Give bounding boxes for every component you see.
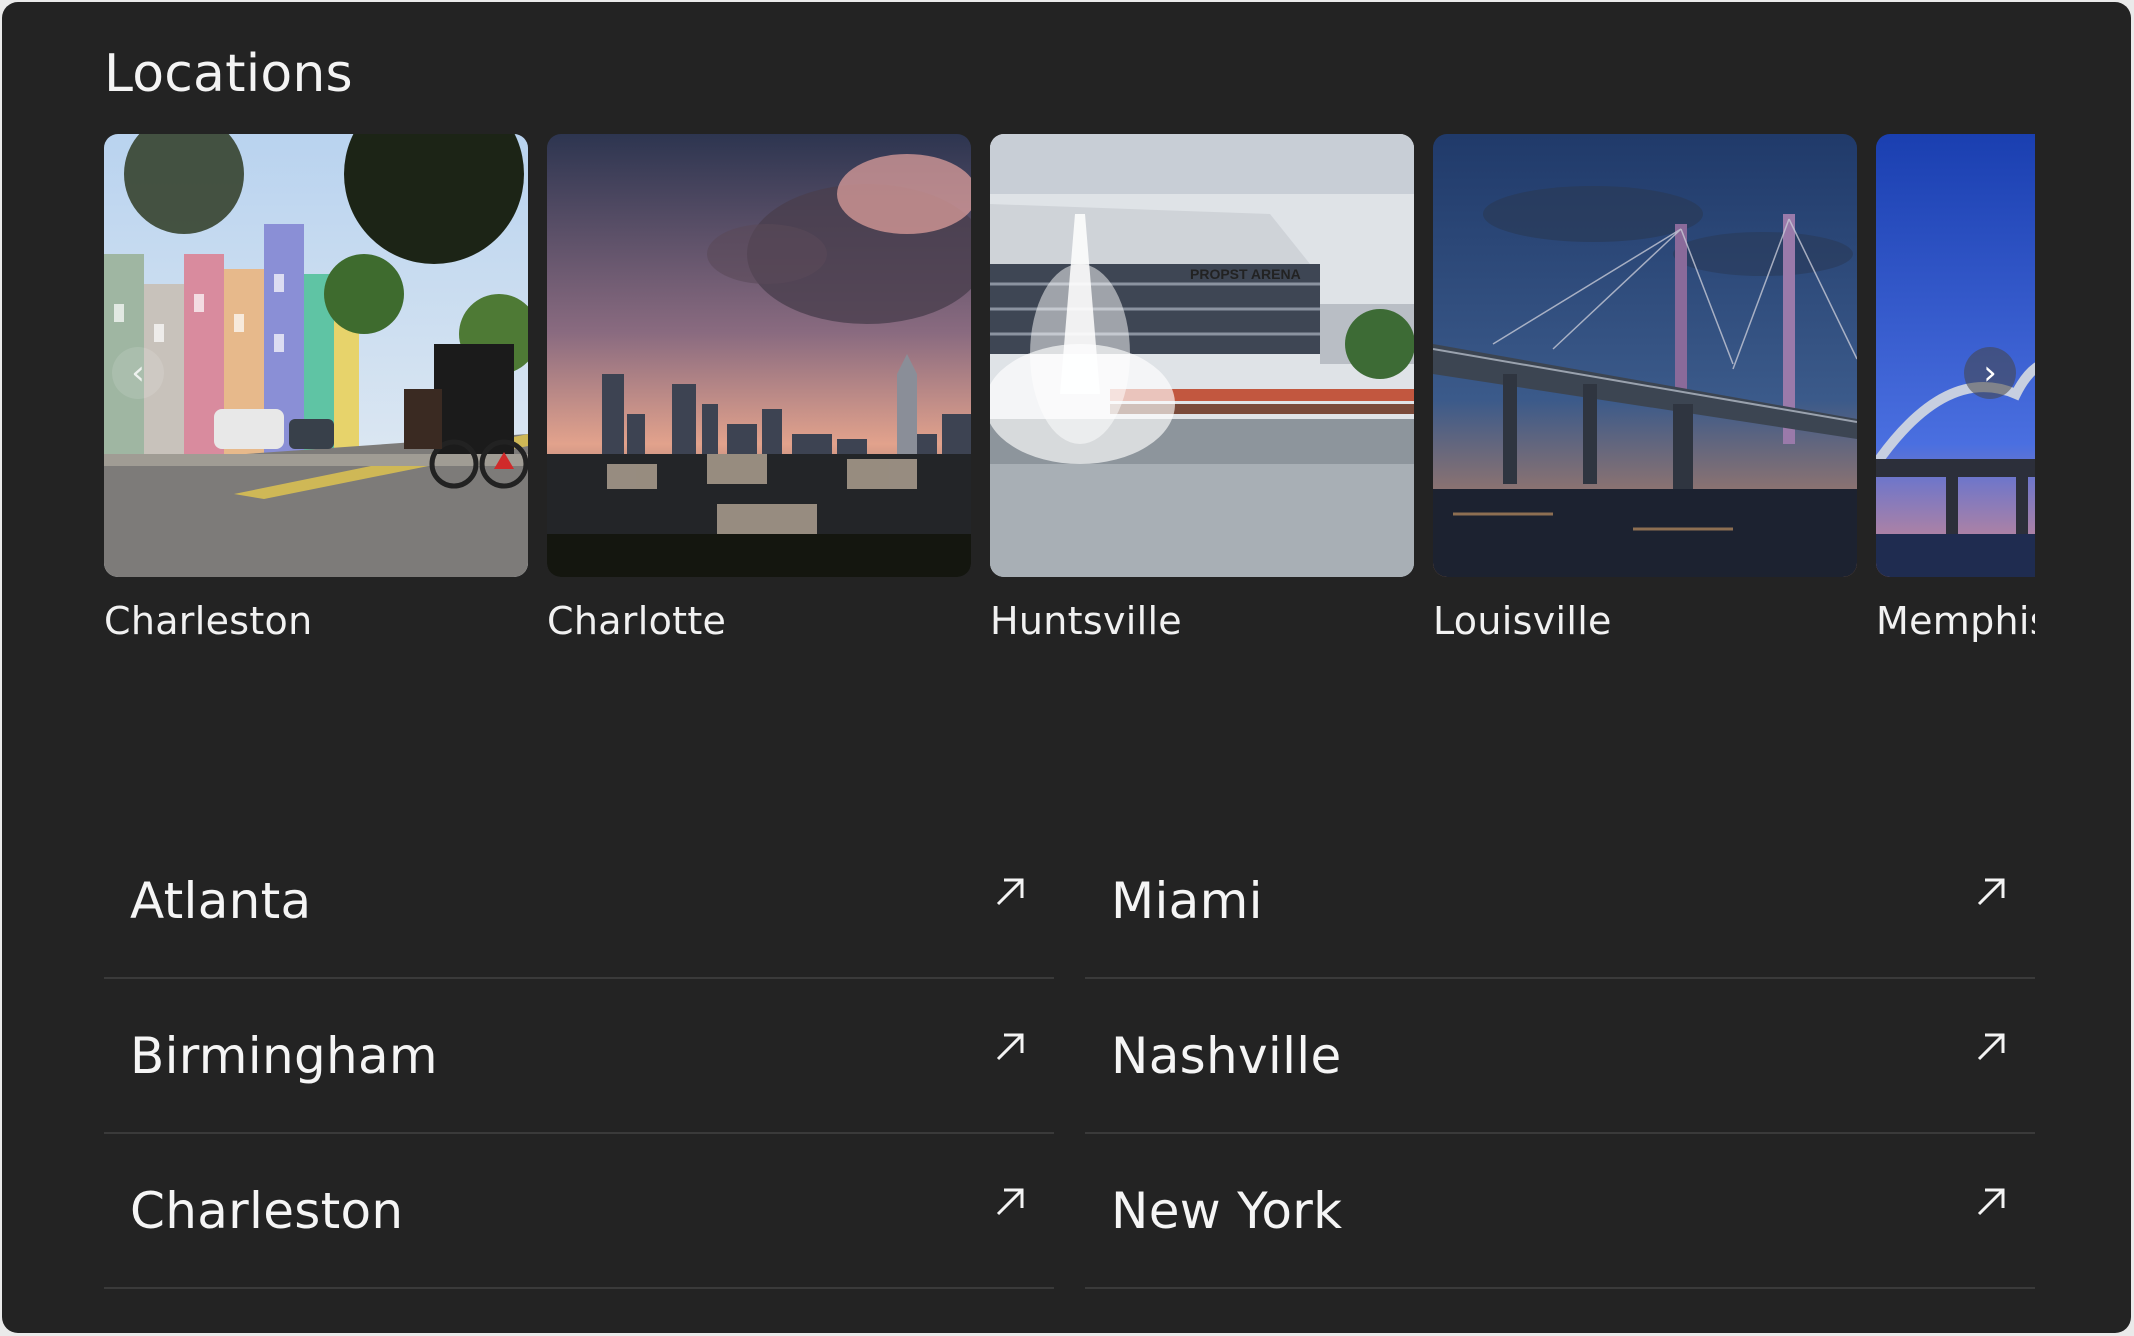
arena-sign: PROPST ARENA	[1190, 266, 1301, 282]
charlotte-photo	[547, 134, 971, 577]
location-link-new-york[interactable]: New York	[1085, 1134, 2035, 1289]
card-label: Louisville	[1433, 599, 1612, 643]
memphis-photo	[1876, 134, 2035, 577]
location-card-memphis[interactable]: Memphis	[1876, 134, 2035, 643]
location-link-charleston[interactable]: Charleston	[104, 1134, 1054, 1289]
carousel-next-button[interactable]: ›	[1964, 347, 2016, 399]
external-link-arrow-icon	[996, 1188, 1024, 1216]
louisville-photo	[1433, 134, 1857, 577]
external-link-arrow-icon	[996, 1033, 1024, 1061]
location-card-huntsville[interactable]: PROPST ARENA Huntsville	[990, 134, 1414, 643]
location-name: Birmingham	[130, 1027, 438, 1085]
external-link-arrow-icon	[996, 878, 1024, 906]
location-name: Nashville	[1111, 1027, 1342, 1085]
location-link-miami[interactable]: Miami	[1085, 824, 2035, 979]
external-link-arrow-icon	[1977, 878, 2005, 906]
location-link-atlanta[interactable]: Atlanta	[104, 824, 1054, 979]
locations-list: Atlanta Birmingham Charleston Miami Nash…	[104, 824, 2035, 1289]
location-link-birmingham[interactable]: Birmingham	[104, 979, 1054, 1134]
location-name: Charleston	[130, 1182, 404, 1240]
card-label: Huntsville	[990, 599, 1182, 643]
charleston-photo	[104, 134, 528, 577]
page-title: Locations	[104, 44, 353, 104]
location-card-louisville[interactable]: Louisville	[1433, 134, 1857, 643]
location-link-nashville[interactable]: Nashville	[1085, 979, 2035, 1134]
card-label: Charlotte	[547, 599, 727, 643]
location-name: Miami	[1111, 872, 1263, 930]
carousel-prev-button[interactable]: ‹	[112, 347, 164, 399]
huntsville-photo: PROPST ARENA	[990, 134, 1414, 577]
card-label: Memphis	[1876, 599, 2035, 643]
locations-panel: Locations Charleston Charlotte PROPST AR…	[2, 2, 2131, 1333]
location-card-charlotte[interactable]: Charlotte	[547, 134, 971, 643]
chevron-left-icon: ‹	[131, 353, 145, 393]
location-card-charleston[interactable]: Charleston	[104, 134, 528, 643]
card-label: Charleston	[104, 599, 313, 643]
location-name: Atlanta	[130, 872, 312, 930]
external-link-arrow-icon	[1977, 1033, 2005, 1061]
location-name: New York	[1111, 1182, 1343, 1240]
locations-carousel: Charleston Charlotte PROPST ARENA Huntsv…	[104, 134, 2035, 654]
external-link-arrow-icon	[1977, 1188, 2005, 1216]
chevron-right-icon: ›	[1983, 353, 1997, 393]
